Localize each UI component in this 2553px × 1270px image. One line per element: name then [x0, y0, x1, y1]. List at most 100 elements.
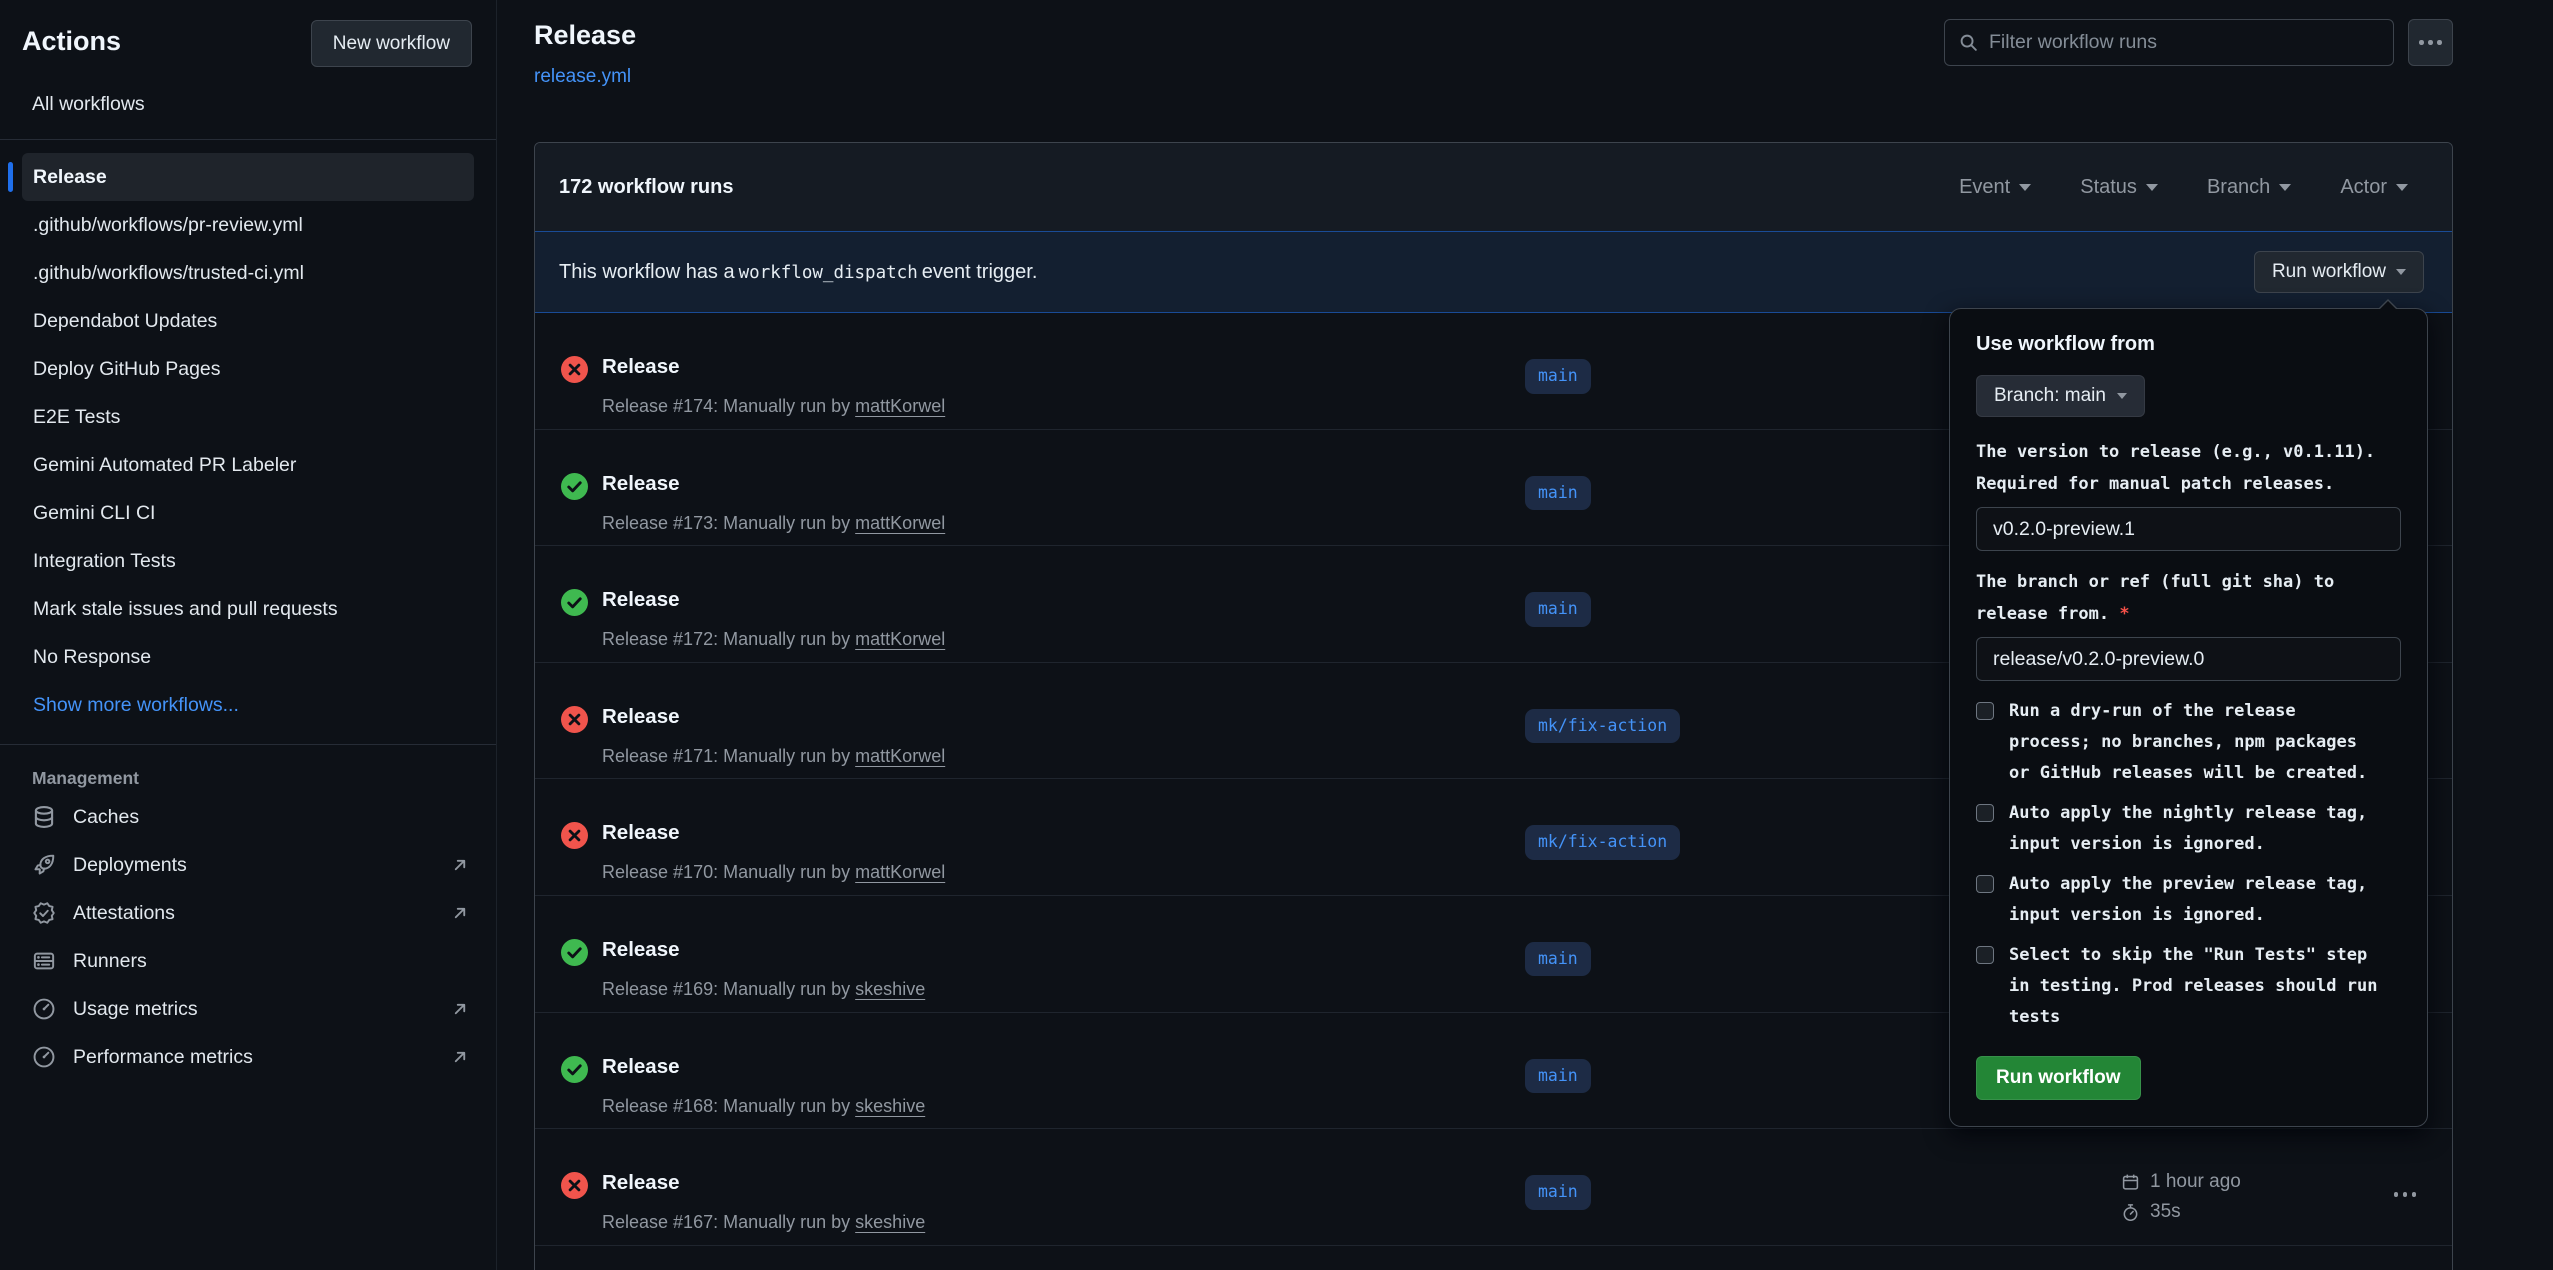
sidebar-item-e2e-tests[interactable]: E2E Tests: [22, 393, 474, 441]
failure-icon: [561, 356, 588, 383]
popup-checkbox-row[interactable]: Select to skip the "Run Tests" step in t…: [1976, 940, 2401, 1033]
sidebar-item-dependabot-updates[interactable]: Dependabot Updates: [22, 297, 474, 345]
branch-badge[interactable]: main: [1525, 476, 1591, 511]
management-item-caches[interactable]: Caches: [32, 793, 470, 841]
required-asterisk: *: [2119, 604, 2129, 624]
filter-branch[interactable]: Branch: [2207, 176, 2291, 199]
success-icon: [561, 589, 588, 616]
new-workflow-button[interactable]: New workflow: [311, 20, 472, 67]
management-item-attestations[interactable]: Attestations: [32, 889, 470, 937]
sidebar-item-no-response[interactable]: No Response: [22, 633, 474, 681]
run-title-link[interactable]: Release: [602, 938, 680, 962]
run-workflow-dropdown-button[interactable]: Run workflow: [2254, 251, 2424, 293]
external-link-icon: [450, 999, 470, 1019]
run-title-link[interactable]: Release: [602, 588, 680, 612]
run-time: 1 hour ago: [2150, 1171, 2241, 1193]
sidebar-item-label: Deploy GitHub Pages: [33, 358, 221, 381]
success-icon: [561, 473, 588, 500]
management-item-performance-metrics[interactable]: Performance metrics: [32, 1033, 470, 1081]
filter-status[interactable]: Status: [2080, 176, 2158, 199]
ref-input[interactable]: [1976, 637, 2401, 681]
show-more-workflows-link[interactable]: Show more workflows...: [22, 681, 474, 729]
sidebar-item-label: Show more workflows...: [33, 694, 239, 717]
management-item-label: Caches: [73, 806, 139, 829]
search-input[interactable]: [1989, 31, 2379, 54]
chevron-down-icon: [2396, 269, 2406, 275]
run-actor-link[interactable]: mattKorwel: [855, 746, 945, 766]
run-title-link[interactable]: Release: [602, 705, 680, 729]
management-item-deployments[interactable]: Deployments: [32, 841, 470, 889]
sidebar-item-release[interactable]: Release: [22, 153, 474, 201]
workflow-run-row[interactable]: Release Release #167: Manually run by sk…: [535, 1129, 2452, 1246]
sidebar-item-github-workflows-pr-review-yml[interactable]: .github/workflows/pr-review.yml: [22, 201, 474, 249]
success-icon: [561, 1056, 588, 1083]
management-item-usage-metrics[interactable]: Usage metrics: [32, 985, 470, 1033]
sidebar-item-all-workflows[interactable]: All workflows: [0, 84, 496, 124]
sidebar-item-mark-stale-issues-and-pull-requests[interactable]: Mark stale issues and pull requests: [22, 585, 474, 633]
run-workflow-submit-button[interactable]: Run workflow: [1976, 1056, 2141, 1100]
run-actor-link[interactable]: mattKorwel: [855, 862, 945, 882]
branch-badge[interactable]: mk/fix-action: [1525, 709, 1680, 744]
sidebar-divider-management: [0, 744, 496, 745]
checkbox[interactable]: [1976, 875, 1994, 893]
filter-actor[interactable]: Actor: [2340, 176, 2408, 199]
version-input[interactable]: [1976, 507, 2401, 551]
branch-badge[interactable]: main: [1525, 1059, 1591, 1094]
run-actor-link[interactable]: skeshive: [855, 1212, 925, 1232]
checkbox[interactable]: [1976, 946, 1994, 964]
run-title-link[interactable]: Release: [602, 355, 680, 379]
popup-checkbox-row[interactable]: Auto apply the nightly release tag, inpu…: [1976, 798, 2401, 860]
run-options-kebab-button[interactable]: [2394, 1192, 2417, 1197]
checkbox[interactable]: [1976, 702, 1994, 720]
run-actor-link[interactable]: skeshive: [855, 1096, 925, 1116]
management-list: Caches Deployments Attestations Runners …: [0, 793, 496, 1081]
filter-event[interactable]: Event: [1959, 176, 2031, 199]
server-icon: [32, 949, 56, 973]
popup-checkbox-row[interactable]: Run a dry-run of the release process; no…: [1976, 696, 2401, 789]
management-item-label: Deployments: [73, 854, 187, 877]
sidebar-item-label: No Response: [33, 646, 151, 669]
workflow-dispatch-code: workflow_dispatch: [735, 263, 922, 283]
run-title-link[interactable]: Release: [602, 1171, 680, 1195]
checkbox[interactable]: [1976, 804, 1994, 822]
branch-badge[interactable]: main: [1525, 359, 1591, 394]
filter-runs-searchbox[interactable]: [1944, 19, 2394, 66]
workflow-file-link[interactable]: release.yml: [534, 66, 631, 88]
checkbox-label: Run a dry-run of the release process; no…: [2009, 696, 2367, 789]
sidebar-item-label: E2E Tests: [33, 406, 120, 429]
run-title-link[interactable]: Release: [602, 821, 680, 845]
run-actor-link[interactable]: mattKorwel: [855, 513, 945, 533]
checkbox-label: Auto apply the preview release tag, inpu…: [2009, 869, 2367, 931]
management-item-label: Performance metrics: [73, 1046, 253, 1069]
meter-icon: [32, 997, 56, 1021]
run-actor-link[interactable]: skeshive: [855, 979, 925, 999]
sidebar-item-gemini-cli-ci[interactable]: Gemini CLI CI: [22, 489, 474, 537]
branch-badge[interactable]: mk/fix-action: [1525, 825, 1680, 860]
run-description: Release #168: Manually run by skeshive: [602, 1096, 925, 1117]
run-title-link[interactable]: Release: [602, 1055, 680, 1079]
sidebar-item-github-workflows-trusted-ci-yml[interactable]: .github/workflows/trusted-ci.yml: [22, 249, 474, 297]
branch-badge[interactable]: main: [1525, 1175, 1591, 1210]
sidebar-item-integration-tests[interactable]: Integration Tests: [22, 537, 474, 585]
run-description: Release #170: Manually run by mattKorwel: [602, 862, 945, 883]
run-actor-link[interactable]: mattKorwel: [855, 629, 945, 649]
sidebar-item-gemini-automated-pr-labeler[interactable]: Gemini Automated PR Labeler: [22, 441, 474, 489]
branch-badge[interactable]: main: [1525, 592, 1591, 627]
branch-selector-button[interactable]: Branch: main: [1976, 375, 2145, 417]
sidebar-item-label: Mark stale issues and pull requests: [33, 598, 338, 621]
popup-title: Use workflow from: [1976, 333, 2401, 356]
sidebar-item-deploy-github-pages[interactable]: Deploy GitHub Pages: [22, 345, 474, 393]
workflow-list: Release .github/workflows/pr-review.yml …: [22, 153, 474, 729]
workflow-options-kebab-button[interactable]: [2408, 19, 2453, 66]
stopwatch-icon: [2121, 1203, 2140, 1222]
management-item-runners[interactable]: Runners: [32, 937, 470, 985]
workflow-run-row-partial: [535, 1246, 2452, 1270]
popup-checkbox-row[interactable]: Auto apply the preview release tag, inpu…: [1976, 869, 2401, 931]
run-title-link[interactable]: Release: [602, 472, 680, 496]
sidebar-item-label: .github/workflows/trusted-ci.yml: [33, 262, 304, 285]
sidebar-divider: [0, 139, 496, 140]
banner-text: This workflow has aworkflow_dispatcheven…: [559, 261, 1037, 284]
run-actor-link[interactable]: mattKorwel: [855, 396, 945, 416]
runs-count: 172 workflow runs: [559, 176, 734, 199]
branch-badge[interactable]: main: [1525, 942, 1591, 977]
